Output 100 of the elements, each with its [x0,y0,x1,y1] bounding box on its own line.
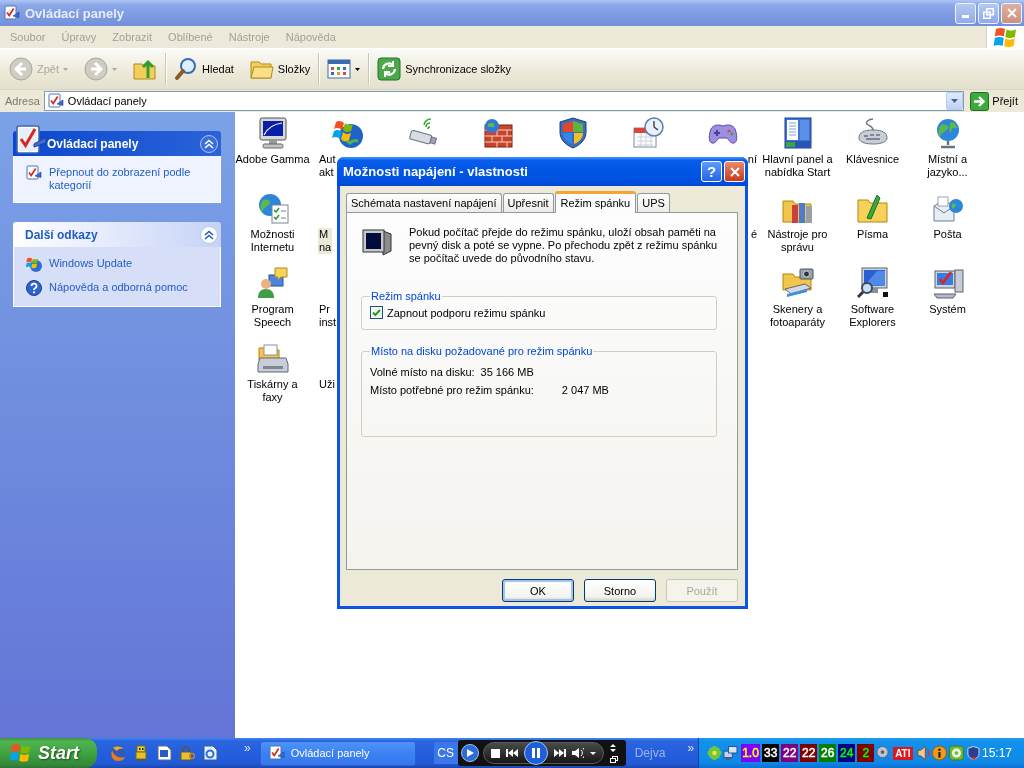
computer-check-icon[interactable] [931,267,964,299]
calendar-clock-icon[interactable] [631,117,664,149]
icon-label[interactable]: Systém [928,303,967,316]
logo-badge[interactable]: ATI [893,746,913,760]
dialog-button[interactable]: OK [502,579,574,602]
info-icon[interactable] [932,745,948,761]
icon-label[interactable]: Hlavní panel a nabídka Start [761,153,834,179]
restore-icon [983,7,994,19]
icon-label[interactable]: Program Speech [250,303,295,329]
address-field[interactable]: Ovládací panely [43,91,965,111]
flag-globe-icon[interactable] [26,256,42,272]
control-panel-icon [4,5,20,21]
speaker-disc-icon[interactable] [876,745,892,761]
close-button[interactable] [1001,2,1022,24]
caret-icon[interactable] [589,751,596,755]
icon-label[interactable]: Aut akt [318,153,337,179]
overflow-chevron[interactable]: » [687,741,695,755]
icon-label[interactable]: Tiskárny a faxy [246,378,299,404]
close-icon [1006,8,1017,18]
grid-icon [327,57,352,81]
icon-label[interactable]: Klávesnice [844,153,901,166]
control-panel-icon[interactable] [26,165,42,181]
caret-icon [63,67,68,71]
address-text: Ovládací panely [67,95,148,107]
media-player-icon[interactable] [460,744,479,762]
minimize-icon [962,15,969,18]
monitor-magnifier-icon[interactable] [856,267,889,299]
shield-icon[interactable] [966,745,981,761]
checkbox-label[interactable]: Zapnout podporu režimu spánku [387,306,546,319]
pause-icon[interactable] [523,741,548,765]
control-panel-icon [47,93,64,109]
monitor-icon[interactable] [256,117,289,149]
icon-label[interactable]: Software Explorers [848,303,897,329]
robot-icon[interactable] [133,745,149,761]
caret-icon [112,67,117,71]
link[interactable]: Přepnout do zobrazení podle kategorií [49,166,210,192]
person-speech-icon[interactable] [256,267,289,299]
window-title: Ovládací panely [25,5,125,21]
clock-time: 15:17 [982,746,1013,760]
dialog-button[interactable]: Storno [584,579,656,602]
search-button[interactable]: Hledat [171,51,237,87]
icon-label[interactable]: M na [318,228,333,254]
caret-icon [355,67,361,71]
sync-icon [377,57,402,81]
tab[interactable]: UPS [637,193,670,212]
next-icon[interactable] [553,748,566,758]
tab[interactable]: Schémata nastavení napájení [346,193,502,212]
link[interactable]: Nápověda a odborná pomoc [49,281,188,294]
icon-label[interactable]: Místní a jazyko... [926,153,969,179]
brick-wall-icon[interactable] [481,117,514,149]
globe-checklist-icon[interactable] [256,192,289,224]
tray-counter[interactable]: 2 [857,744,875,762]
previous-icon[interactable] [505,748,518,758]
sync-button[interactable]: Synchronizace složky [374,51,514,87]
collapse-icon[interactable] [200,225,218,244]
document-icon[interactable] [156,745,172,761]
help-button[interactable]: ? [701,161,722,182]
icon-label[interactable]: Pr inst [318,303,338,329]
folder-up-icon [133,57,157,81]
icon-label[interactable]: Možnosti Internetu [249,228,296,254]
icon-label[interactable]: ní [746,153,758,166]
up-down-icon[interactable] [609,743,616,752]
taskbar-button[interactable]: Ovládací panely [259,740,416,766]
help-icon[interactable] [26,280,42,296]
shield-icon[interactable] [556,117,589,149]
icon-label[interactable]: Pošta [932,228,963,241]
icon-label[interactable]: Skenery a fotoaparáty [768,303,826,329]
volume-icon[interactable] [571,748,584,758]
printer-icon[interactable] [256,342,289,374]
tab[interactable]: Upřesnit [502,193,554,212]
window-panel-icon[interactable] [781,117,814,149]
stop-icon[interactable] [490,748,500,758]
checkbox[interactable] [370,306,383,319]
icon-label[interactable]: Nástroje pro správu [766,228,829,254]
icon-label[interactable]: Uži [318,378,336,391]
language-indicator[interactable]: CS [433,742,458,764]
lock-icon[interactable] [179,745,195,761]
flower-icon[interactable] [707,745,722,761]
icon-label[interactable]: Adobe Gamma [234,153,311,166]
control-panel-icon [15,122,47,155]
address-label: Adresa [5,95,40,107]
tab[interactable]: Režim spánku [554,191,637,213]
folders-button[interactable]: Složky [246,51,314,87]
restore-icon[interactable] [609,755,618,763]
overflow-chevron[interactable]: » [244,741,251,755]
disc-icon[interactable] [949,745,965,761]
collapse-icon[interactable] [200,134,218,153]
scanner-camera-icon[interactable] [781,267,814,299]
control-panel-icon [268,745,285,761]
dropdown-button[interactable] [946,92,964,110]
globe-icon[interactable] [110,745,126,761]
icon-label[interactable]: Písma [855,228,890,241]
link[interactable]: Windows Update [49,257,133,270]
folder-pen-icon[interactable] [856,192,889,224]
icon-label[interactable]: é [749,228,758,241]
page-icon[interactable] [202,745,218,761]
counter-text: 2 [862,747,870,759]
panel-title: Další odkazy [25,227,99,242]
go-button[interactable]: Přejít [968,91,1024,111]
network-icon[interactable] [722,745,738,761]
